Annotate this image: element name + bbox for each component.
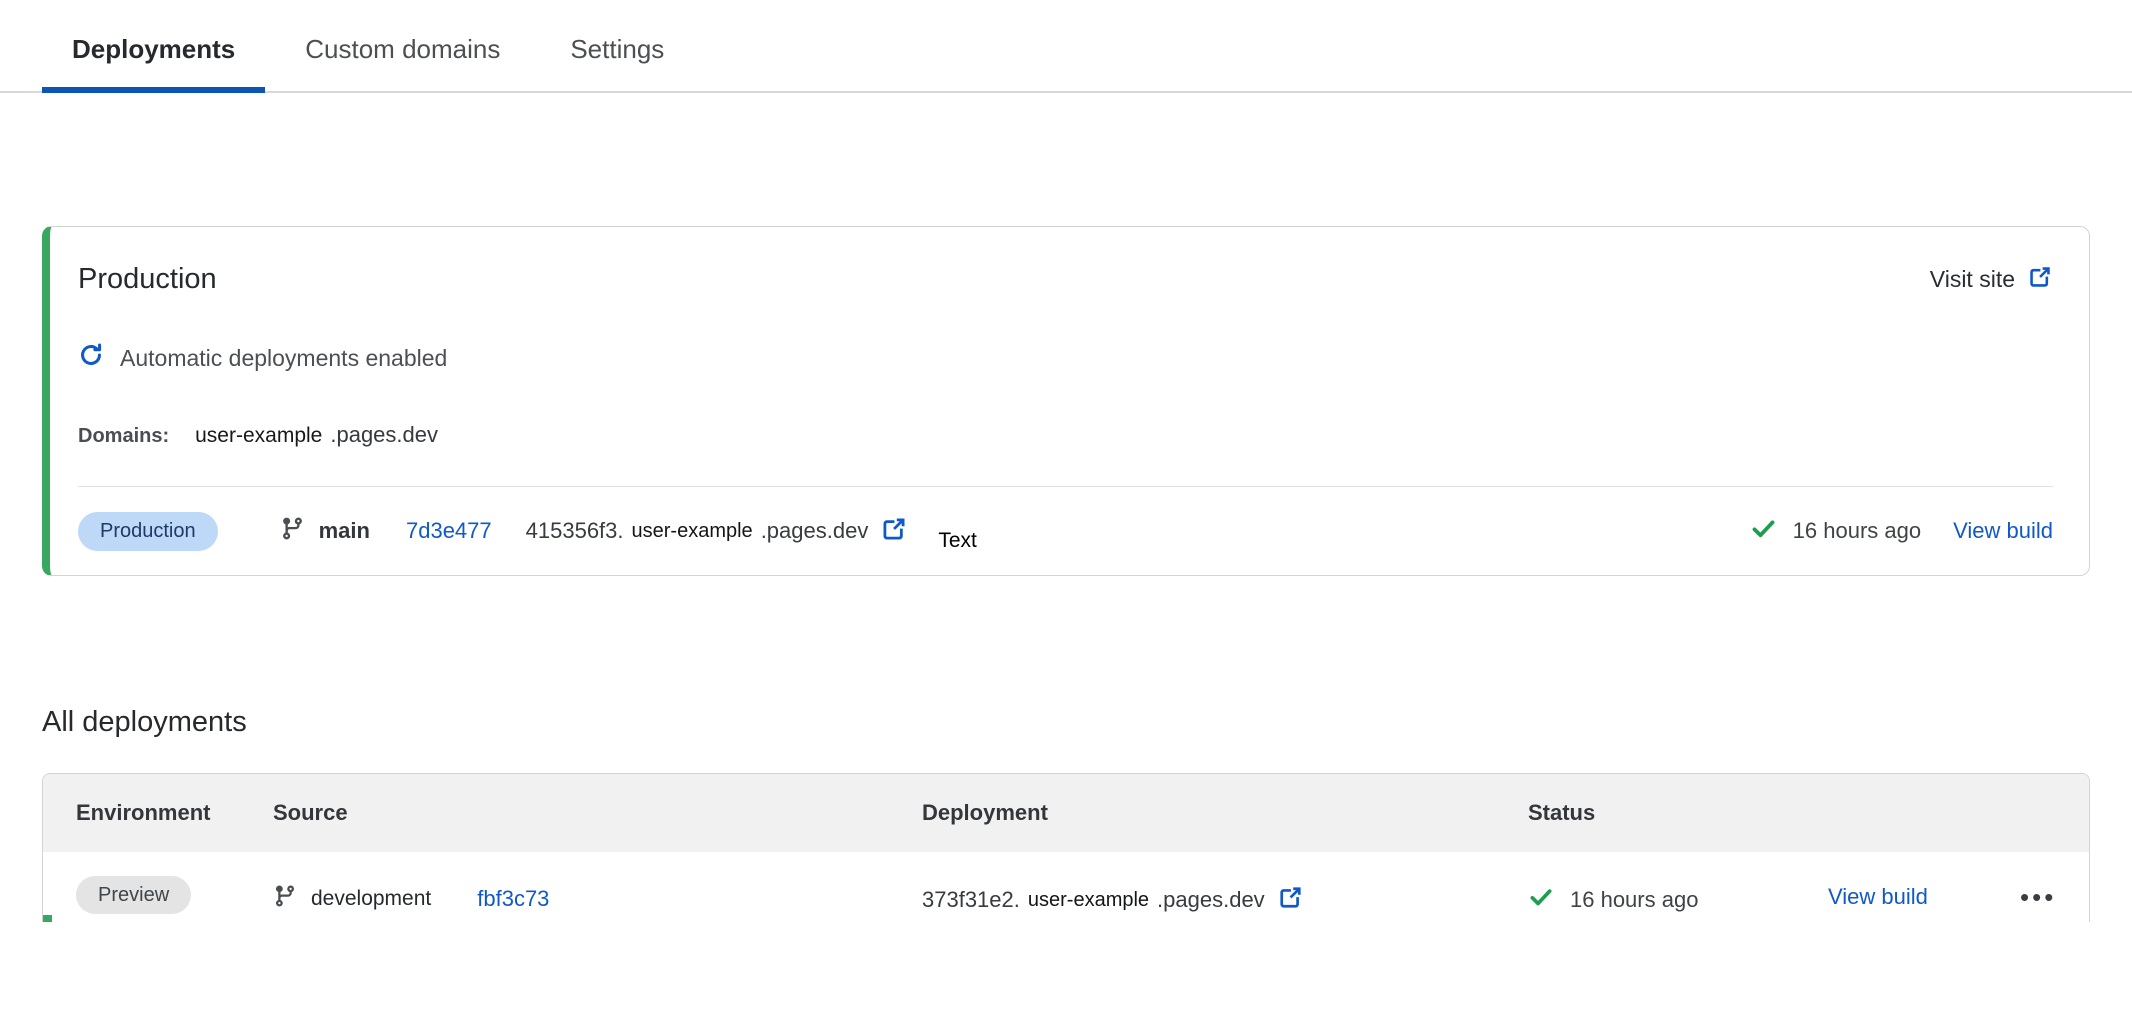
all-deployments-heading: All deployments xyxy=(42,706,2132,739)
success-check-icon xyxy=(1528,884,1554,915)
production-deployment-row: Production main 7d3e477 415356f3. user-e… xyxy=(50,487,2089,575)
column-header-environment: Environment xyxy=(43,800,273,826)
external-link-icon xyxy=(2027,264,2053,296)
column-header-deployment: Deployment xyxy=(916,800,1520,826)
deployment-table-row: Preview development fbf3c73 index change… xyxy=(43,852,2089,922)
git-branch-icon xyxy=(273,884,297,913)
production-card: Production Visit site Automatic deployme… xyxy=(42,226,2090,576)
row-view-build-link[interactable]: View build xyxy=(1828,884,1928,909)
overflow-menu-icon[interactable]: ••• xyxy=(2020,880,2056,912)
column-header-source: Source xyxy=(273,800,916,826)
visit-site-label: Visit site xyxy=(1930,266,2015,293)
column-header-status: Status xyxy=(1520,800,1828,826)
row-branch-name: development xyxy=(311,887,431,911)
annotation-text: Text xyxy=(938,529,977,553)
production-status-time: 16 hours ago xyxy=(1793,518,1921,544)
production-deployment-external-link-icon[interactable] xyxy=(880,515,908,548)
production-view-build-link[interactable]: View build xyxy=(1953,518,2053,544)
next-row-environment-indicator xyxy=(43,915,52,922)
tab-custom-domains-label: Custom domains xyxy=(305,34,500,64)
production-deployment-suffix: .pages.dev xyxy=(761,518,869,544)
tab-custom-domains[interactable]: Custom domains xyxy=(275,20,530,91)
row-commit-link[interactable]: fbf3c73 xyxy=(477,886,549,912)
success-check-icon xyxy=(1750,515,1777,547)
tab-deployments-label: Deployments xyxy=(72,34,235,64)
tab-settings-label: Settings xyxy=(570,34,664,64)
row-deployment-external-link-icon[interactable] xyxy=(1277,884,1304,916)
row-deployment-host: user-example xyxy=(1028,889,1149,912)
row-deployment-suffix: .pages.dev xyxy=(1157,887,1265,913)
git-branch-icon xyxy=(280,516,305,546)
environment-badge-production: Production xyxy=(78,512,218,551)
auto-deployments-text: Automatic deployments enabled xyxy=(120,345,447,372)
domain-suffix: .pages.dev xyxy=(330,422,438,448)
tab-bar: Deployments Custom domains Settings xyxy=(0,20,2132,93)
tab-deployments[interactable]: Deployments xyxy=(42,20,265,91)
production-deployment-id: 415356f3. xyxy=(526,518,624,544)
domains-label: Domains: xyxy=(78,425,169,448)
production-deployment-host: user-example xyxy=(632,520,753,543)
domain-host: user-example xyxy=(195,424,322,448)
auto-deploy-refresh-icon xyxy=(78,342,104,374)
row-deployment-id: 373f31e2. xyxy=(922,887,1020,913)
deployments-table: Environment Source Deployment Status Pre… xyxy=(42,773,2090,922)
row-status-time: 16 hours ago xyxy=(1570,887,1698,913)
visit-site-link[interactable]: Visit site xyxy=(1930,264,2053,296)
production-card-title: Production xyxy=(78,263,217,296)
environment-badge-preview: Preview xyxy=(76,876,191,914)
tab-settings[interactable]: Settings xyxy=(540,20,694,91)
production-commit-link[interactable]: 7d3e477 xyxy=(406,518,492,544)
deployments-table-header: Environment Source Deployment Status xyxy=(43,774,2089,852)
production-branch-name: main xyxy=(319,518,370,544)
